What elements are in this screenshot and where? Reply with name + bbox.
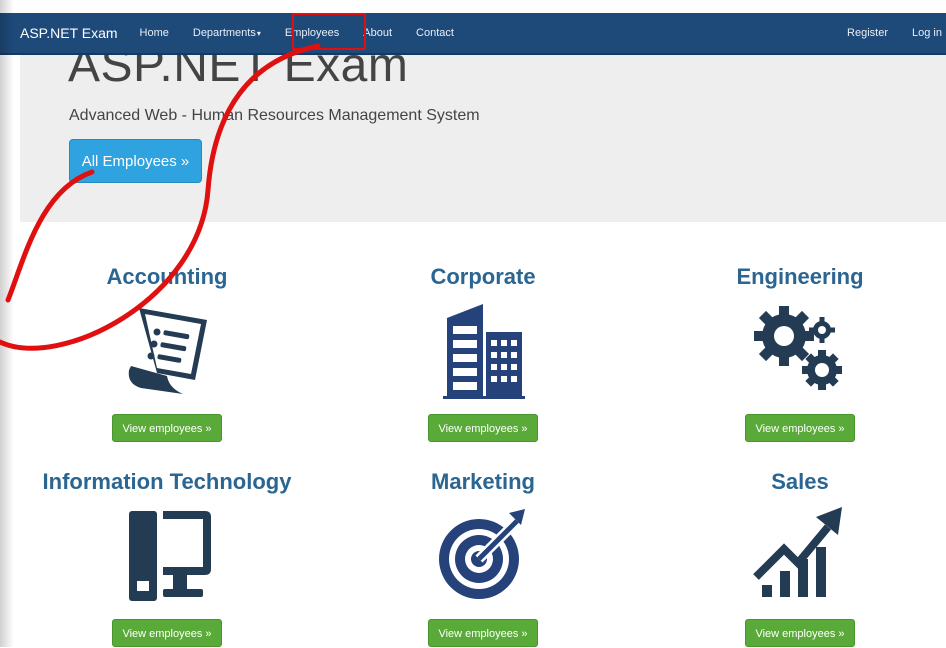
nav-login-label: Log in <box>912 27 942 39</box>
department-title: Accounting <box>106 264 228 289</box>
department-title: Sales <box>771 469 829 494</box>
view-employees-button[interactable]: View employees » <box>112 619 222 647</box>
department-title: Marketing <box>431 469 535 494</box>
department-card-marketing: Marketing View employees » <box>323 467 643 647</box>
department-card-information-technology: Information Technology View employees » <box>7 467 327 647</box>
caret-down-icon: ▾ <box>256 29 261 38</box>
department-card-accounting: Accounting View employees » <box>7 262 327 442</box>
employees-highlight-annotation <box>292 13 366 50</box>
view-employees-button[interactable]: View employees » <box>745 414 855 442</box>
view-employees-button[interactable]: View employees » <box>112 414 222 442</box>
nav-about[interactable]: About <box>363 27 392 39</box>
invoice-icon <box>128 308 207 394</box>
nav-register-label: Register <box>847 27 889 39</box>
nav-home-label: Home <box>139 27 169 39</box>
view-employees-button[interactable]: View employees » <box>428 414 538 442</box>
nav-departments-dropdown[interactable]: Departments▾ <box>193 27 261 39</box>
department-title: Information Technology <box>42 469 292 494</box>
view-employees-button[interactable]: View employees » <box>745 619 855 647</box>
nav-right-group: Register Log in <box>847 27 946 39</box>
growth-chart-icon <box>753 507 842 597</box>
top-navbar: ASP.NET Exam Home Departments▾ Employees… <box>0 13 946 55</box>
department-title: Corporate <box>430 264 536 289</box>
target-icon <box>439 509 525 599</box>
nav-home[interactable]: Home <box>140 27 169 39</box>
department-card-sales: Sales View employees » <box>640 467 946 647</box>
page-subtitle: Advanced Web - Human Resources Managemen… <box>69 107 480 124</box>
nav-about-label: About <box>363 27 393 39</box>
nav-contact-label: Contact <box>416 27 454 39</box>
department-card-corporate: Corporate View employees » <box>323 262 643 442</box>
department-card-engineering: Engineering View employees » <box>640 262 946 442</box>
department-title: Engineering <box>736 264 864 289</box>
nav-login[interactable]: Log in <box>912 27 942 39</box>
nav-register[interactable]: Register <box>847 27 888 39</box>
all-employees-button[interactable]: All Employees » <box>69 139 202 183</box>
nav-departments-label: Departments <box>192 27 256 39</box>
view-employees-button[interactable]: View employees » <box>428 619 538 647</box>
building-icon <box>443 304 525 399</box>
nav-contact[interactable]: Contact <box>416 27 454 39</box>
gears-icon <box>754 306 842 390</box>
computer-icon <box>129 511 211 601</box>
brand-link[interactable]: ASP.NET Exam <box>20 25 118 41</box>
